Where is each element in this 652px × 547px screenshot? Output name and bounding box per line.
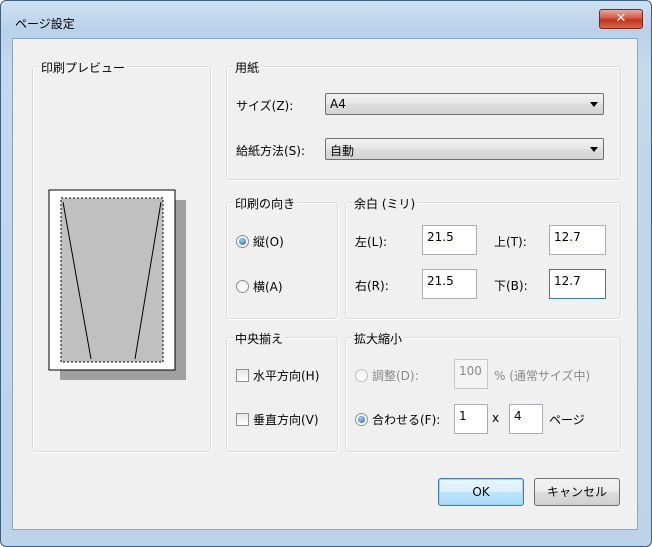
- chevron-down-icon: [590, 102, 598, 107]
- margins-group-label: 余白 (ミリ): [352, 195, 418, 212]
- adjust-suffix: % (通常サイズ中): [494, 369, 591, 383]
- portrait-label: 縦(O): [253, 235, 284, 249]
- fit-pages-tall-input[interactable]: 4: [509, 404, 543, 434]
- margin-right-label: 右(R):: [355, 279, 389, 293]
- paper-size-label: サイズ(Z):: [236, 99, 294, 113]
- centering-group-label: 中央揃え: [233, 330, 286, 347]
- page-preview: [48, 189, 186, 380]
- fit-label: 合わせる(F):: [372, 413, 441, 427]
- fit-radio[interactable]: [355, 413, 368, 426]
- paper-size-select[interactable]: A4: [325, 93, 604, 115]
- fit-suffix: ページ: [549, 413, 585, 427]
- orientation-group: 印刷の向き 縦(O) 横(A): [226, 195, 338, 319]
- dialog-client-area: 印刷プレビュー 用紙 サイズ(Z): A4 給紙方法(S): 自動 印刷の向き …: [12, 38, 638, 530]
- ok-button[interactable]: OK: [438, 478, 524, 506]
- margin-bottom-input[interactable]: 12.7: [549, 269, 606, 299]
- margin-top-label: 上(T):: [494, 235, 527, 249]
- window-title: ページ設定: [15, 17, 75, 31]
- fit-times-label: x: [492, 411, 500, 425]
- preview-group: 印刷プレビュー: [32, 59, 211, 452]
- center-horizontal-checkbox[interactable]: [236, 369, 249, 382]
- centering-group: 中央揃え 水平方向(H) 垂直方向(V): [226, 330, 338, 452]
- close-icon: ✕: [615, 11, 627, 26]
- page-setup-dialog: ページ設定 ✕ 印刷プレビュー 用紙 サイズ(Z): A4 給紙方法(S): 自…: [0, 0, 652, 547]
- margin-bottom-label: 下(B):: [494, 279, 528, 293]
- paper-group-label: 用紙: [233, 59, 262, 76]
- portrait-radio[interactable]: [236, 235, 249, 248]
- margin-left-label: 左(L):: [355, 235, 388, 249]
- paper-source-label: 給紙方法(S):: [236, 144, 306, 158]
- adjust-radio[interactable]: [355, 369, 368, 382]
- landscape-radio[interactable]: [236, 280, 249, 293]
- margin-top-input[interactable]: 12.7: [549, 225, 606, 255]
- paper-size-value: A4: [330, 97, 346, 111]
- margin-right-input[interactable]: 21.5: [422, 269, 477, 299]
- fit-pages-wide-input[interactable]: 1: [454, 404, 488, 434]
- scaling-group: 拡大縮小 調整(D): 100 % (通常サイズ中) 合わせる(F): 1 x …: [345, 330, 621, 452]
- center-vertical-checkbox[interactable]: [236, 413, 249, 426]
- paper-group: 用紙 サイズ(Z): A4 給紙方法(S): 自動: [226, 59, 621, 180]
- close-button[interactable]: ✕: [599, 9, 643, 29]
- landscape-label: 横(A): [253, 280, 283, 294]
- orientation-group-label: 印刷の向き: [233, 195, 298, 212]
- adjust-label: 調整(D):: [372, 369, 419, 383]
- paper-source-select[interactable]: 自動: [325, 138, 604, 160]
- center-horizontal-label: 水平方向(H): [253, 369, 320, 383]
- margin-left-input[interactable]: 21.5: [422, 225, 477, 255]
- cancel-button[interactable]: キャンセル: [534, 478, 620, 506]
- scaling-group-label: 拡大縮小: [352, 330, 405, 347]
- paper-source-value: 自動: [330, 144, 355, 158]
- adjust-percent-input[interactable]: 100: [454, 359, 488, 389]
- chevron-down-icon: [590, 147, 598, 152]
- margins-group: 余白 (ミリ) 左(L): 21.5 上(T): 12.7 右(R): 21.5…: [345, 195, 621, 319]
- center-vertical-label: 垂直方向(V): [253, 413, 319, 427]
